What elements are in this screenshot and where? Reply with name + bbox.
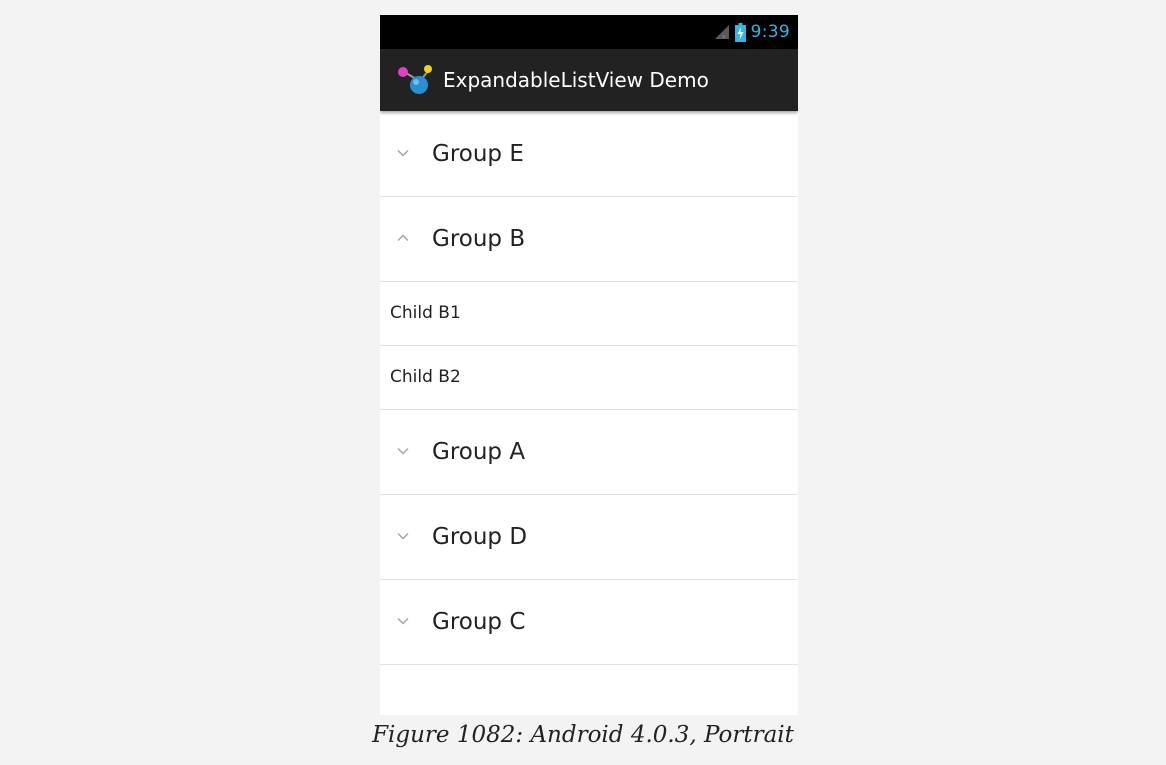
group-label: Group B [432, 226, 526, 252]
signal-icon: x [714, 25, 729, 41]
status-time: 9:39 [750, 22, 790, 42]
group-label: Group E [432, 141, 524, 167]
chevron-down-icon [397, 617, 409, 625]
device-screen: x 9:39 ExpandableListView Demo Group E G… [380, 15, 798, 715]
group-label: Group D [432, 524, 528, 550]
group-row-a[interactable]: Group A [380, 410, 798, 495]
status-icons: x 9:39 [714, 15, 790, 49]
chevron-down-icon [397, 447, 409, 455]
group-row-c[interactable]: Group C [380, 580, 798, 665]
status-bar: x 9:39 [380, 15, 798, 49]
expandable-list: Group E Group B Child B1 Child B2 Group … [380, 112, 798, 665]
battery-charging-icon [734, 22, 746, 42]
child-label: Child B1 [390, 303, 461, 323]
child-row-b1[interactable]: Child B1 [380, 282, 798, 346]
group-row-b[interactable]: Group B [380, 197, 798, 282]
child-row-b2[interactable]: Child B2 [380, 346, 798, 410]
chevron-down-icon [397, 149, 409, 157]
figure-caption: Figure 1082: Android 4.0.3, Portrait [372, 722, 794, 748]
action-bar: ExpandableListView Demo [380, 49, 798, 111]
svg-text:x: x [722, 34, 726, 41]
group-label: Group A [432, 439, 526, 465]
group-row-e[interactable]: Group E [380, 112, 798, 197]
group-row-d[interactable]: Group D [380, 495, 798, 580]
app-logo-icon[interactable] [396, 63, 436, 97]
chevron-up-icon [397, 234, 409, 242]
group-label: Group C [432, 609, 526, 635]
chevron-down-icon [397, 532, 409, 540]
child-label: Child B2 [390, 367, 461, 387]
app-title: ExpandableListView Demo [443, 68, 709, 92]
